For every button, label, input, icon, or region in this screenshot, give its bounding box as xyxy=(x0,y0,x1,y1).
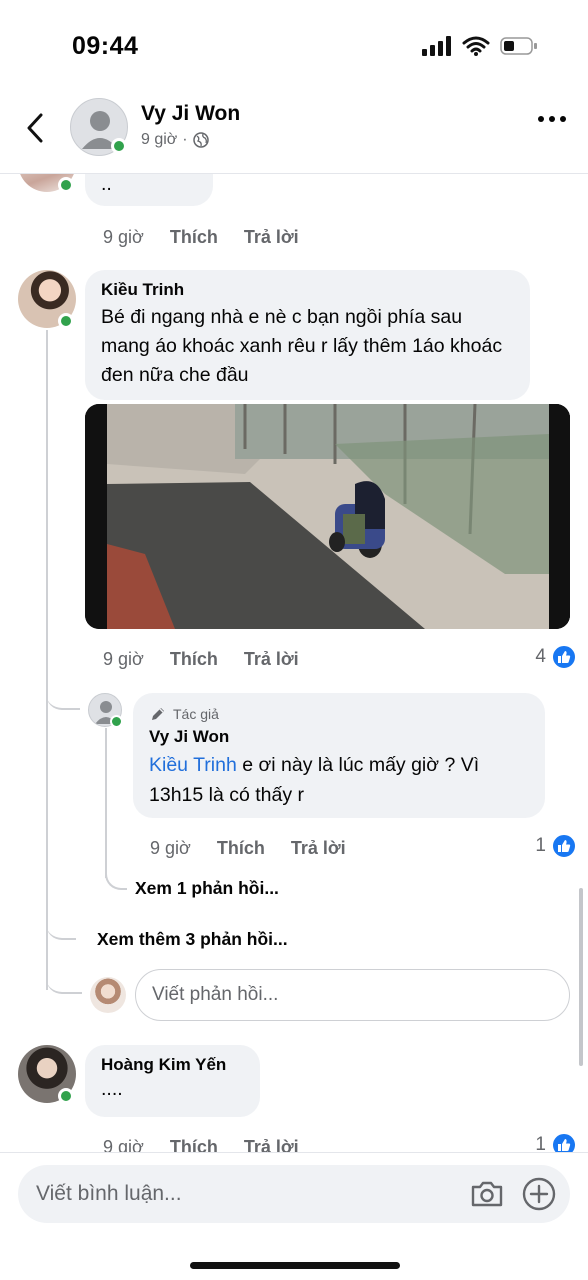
comment-time: 9 giờ xyxy=(103,649,144,669)
comment-actions: 9 giờ Thích Trả lời xyxy=(103,649,299,670)
thread-connector xyxy=(46,905,76,940)
like-button[interactable]: Thích xyxy=(170,227,218,248)
plus-icon[interactable] xyxy=(522,1177,556,1211)
comment-placeholder: Viết bình luận... xyxy=(36,1182,182,1205)
reply-author[interactable]: Vy Ji Won xyxy=(149,727,529,747)
signal-icon xyxy=(422,36,451,56)
comment-bubble: Kiều Trinh Bé đi ngang nhà e nè c bạn ng… xyxy=(85,270,530,400)
reply-placeholder: Viết phản hồi... xyxy=(152,984,279,1005)
reply-time: 9 giờ xyxy=(150,838,191,858)
back-arrow-icon xyxy=(27,113,43,143)
current-user-avatar xyxy=(90,977,126,1013)
camera-icon[interactable] xyxy=(470,1180,504,1208)
post-header: Vy Ji Won 9 giờ · xyxy=(0,88,588,174)
view-replies-link[interactable]: Xem 1 phản hồi... xyxy=(135,878,279,899)
more-icon xyxy=(538,116,544,122)
meta-separator: · xyxy=(182,131,188,148)
reaction-count[interactable]: 4 xyxy=(535,645,576,669)
home-indicator[interactable] xyxy=(190,1262,400,1269)
comment-text: .... xyxy=(101,1078,123,1100)
reply-text: Kiều Trinh e ơi này là lúc mấy giờ ? Vì … xyxy=(149,750,529,810)
comment-video[interactable] xyxy=(85,404,570,629)
author-badge-label: Tác giả xyxy=(173,706,219,722)
thread-line xyxy=(46,330,48,990)
online-indicator xyxy=(58,177,74,193)
pencil-icon xyxy=(152,708,164,720)
reaction-number: 4 xyxy=(535,646,546,667)
comment-author[interactable]: Kiều Trinh xyxy=(101,280,514,300)
like-button[interactable]: Thích xyxy=(217,838,265,859)
reaction-number: 1 xyxy=(535,835,546,856)
wifi-icon xyxy=(462,36,490,56)
scrollbar[interactable] xyxy=(579,888,583,1066)
author-name[interactable]: Vy Ji Won xyxy=(141,102,240,126)
thread-line xyxy=(105,728,107,878)
reaction-count[interactable]: 1 xyxy=(535,834,576,858)
online-indicator xyxy=(111,138,127,154)
back-button[interactable] xyxy=(18,108,52,148)
post-meta: 9 giờ · xyxy=(141,131,209,149)
reply-input[interactable]: Viết phản hồi... xyxy=(135,969,570,1021)
composer-icons xyxy=(470,1165,556,1223)
like-icon xyxy=(552,645,576,669)
online-indicator xyxy=(58,313,74,329)
globe-icon xyxy=(192,132,209,148)
battery-icon xyxy=(500,37,537,55)
more-options-button[interactable] xyxy=(538,116,566,122)
reply-button[interactable]: Trả lời xyxy=(291,838,346,859)
like-button[interactable]: Thích xyxy=(170,649,218,670)
comment-text: .. xyxy=(101,173,112,195)
comment-bubble: Hoàng Kim Yến .... xyxy=(85,1045,260,1117)
status-bar: 09:44 xyxy=(0,0,588,88)
reply-bubble: Tác giả Vy Ji Won Kiều Trinh e ơi này là… xyxy=(133,693,545,818)
author-badge: Tác giả xyxy=(149,705,529,723)
like-icon xyxy=(552,834,576,858)
thread-connector xyxy=(46,670,80,710)
mention-link[interactable]: Kiều Trinh xyxy=(149,754,237,776)
status-icons xyxy=(422,36,538,56)
post-time: 9 giờ xyxy=(141,131,178,148)
cctv-frame xyxy=(85,404,570,629)
comment-composer: Viết bình luận... xyxy=(0,1152,588,1280)
comment-text: Bé đi ngang nhà e nè c bạn ngồi phía sau… xyxy=(101,306,503,386)
comment-input[interactable]: Viết bình luận... xyxy=(18,1165,570,1223)
comment-actions: 9 giờ Thích Trả lời xyxy=(103,227,299,248)
thread-connector xyxy=(46,960,82,994)
view-more-replies-link[interactable]: Xem thêm 3 phản hồi... xyxy=(97,929,288,950)
comment-author[interactable]: Hoàng Kim Yến xyxy=(101,1055,244,1075)
reply-button[interactable]: Trả lời xyxy=(244,227,299,248)
online-indicator xyxy=(58,1088,74,1104)
comment-time: 9 giờ xyxy=(103,227,144,247)
online-indicator xyxy=(110,715,123,728)
thread-connector xyxy=(105,860,127,890)
reply-button[interactable]: Trả lời xyxy=(244,649,299,670)
reply-actions: 9 giờ Thích Trả lời xyxy=(150,838,346,859)
status-time: 09:44 xyxy=(72,32,139,60)
